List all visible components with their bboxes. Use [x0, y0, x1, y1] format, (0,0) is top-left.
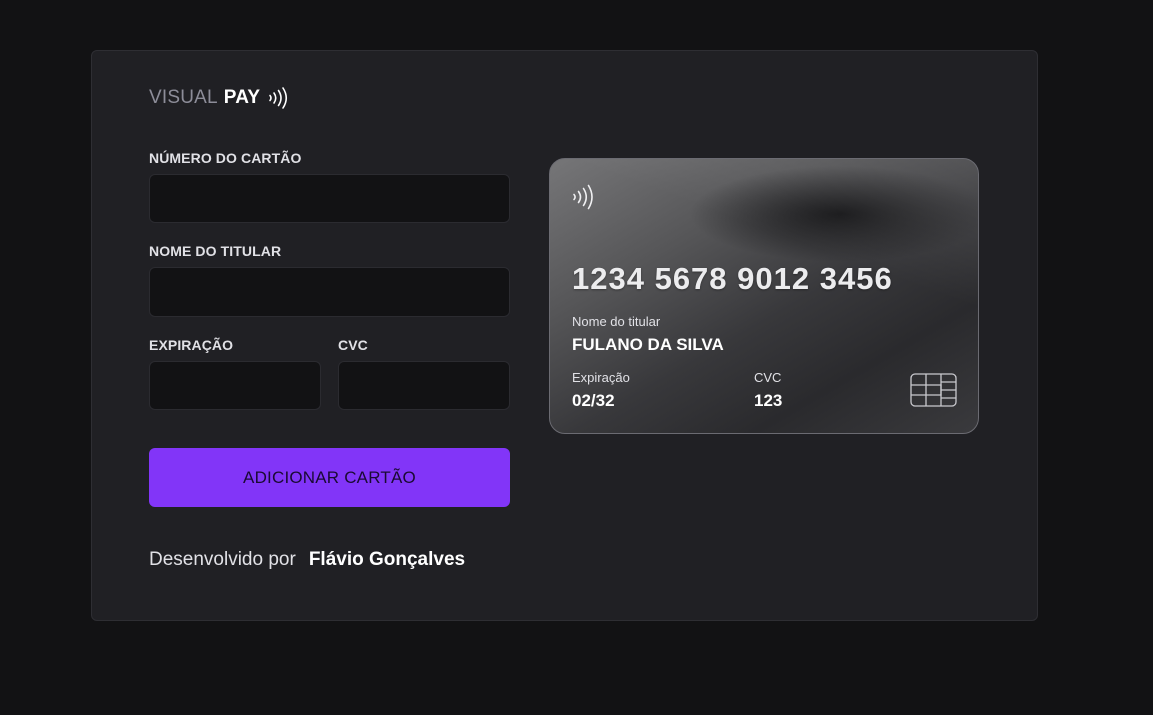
card-number-display: 1234 5678 9012 3456 [572, 261, 893, 296]
cvc-label: CVC [338, 337, 368, 353]
holder-name-display: FULANO DA SILVA [572, 335, 724, 354]
expiry-input[interactable] [149, 361, 321, 410]
contactless-icon [268, 86, 290, 110]
add-card-button[interactable]: ADICIONAR CARTÃO [149, 448, 510, 507]
brand-logo: VISUAL PAY [149, 86, 290, 110]
expiry-display: 02/32 [572, 391, 615, 410]
cvc-caption: CVC [754, 370, 782, 385]
card-preview: 1234 5678 9012 3456 Nome do titular FULA… [549, 158, 979, 434]
credit-author: Flávio Gonçalves [308, 549, 466, 570]
holder-name-label: NOME DO TITULAR [149, 243, 282, 259]
brand-light: VISUAL [149, 87, 218, 108]
expiry-caption: Expiração [572, 370, 630, 385]
chip-icon [910, 373, 957, 412]
brand-bold: PAY [223, 87, 261, 108]
cvc-input[interactable] [338, 361, 510, 410]
card-number-input[interactable] [149, 174, 510, 223]
footer-credit: Desenvolvido por Flávio Gonçalves [149, 549, 465, 571]
credit-prefix: Desenvolvido por [149, 549, 296, 570]
holder-caption: Nome do titular [572, 314, 661, 329]
expiry-label: EXPIRAÇÃO [149, 337, 234, 353]
payment-panel: VISUAL PAY NÚMERO DO CARTÃO NOME DO TITU… [91, 50, 1038, 621]
holder-name-input[interactable] [149, 267, 510, 317]
contactless-icon [572, 183, 596, 216]
cvc-display: 123 [754, 391, 783, 410]
card-number-label: NÚMERO DO CARTÃO [149, 150, 302, 166]
